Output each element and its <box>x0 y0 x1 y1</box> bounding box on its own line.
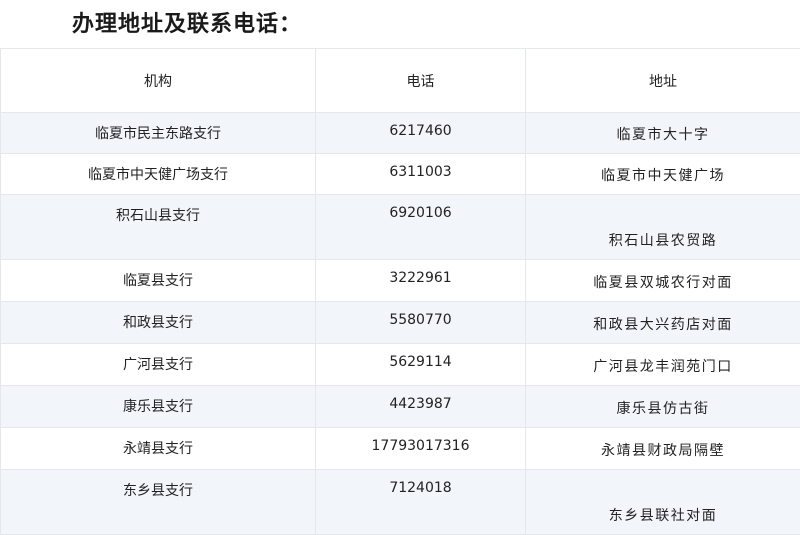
header-institution: 机构 <box>1 49 316 113</box>
phone-cell: 5629114 <box>316 344 526 386</box>
table-row: 临夏市民主东路支行 6217460 临夏市大十字 <box>1 113 800 154</box>
address-cell: 永靖县财政局隔壁 <box>526 428 800 470</box>
address-cell: 广河县龙丰润苑门口 <box>526 344 800 386</box>
table-row: 康乐县支行 4423987 康乐县仿古街 <box>1 386 800 428</box>
address-cell: 临夏市大十字 <box>526 113 800 154</box>
table-header-row: 机构 电话 地址 <box>1 49 800 113</box>
table-row: 广河县支行 5629114 广河县龙丰润苑门口 <box>1 344 800 386</box>
address-cell: 康乐县仿古街 <box>526 386 800 428</box>
phone-cell: 17793017316 <box>316 428 526 470</box>
address-cell: 积石山县农贸路 <box>526 195 800 260</box>
table-row: 积石山县支行 6920106 积石山县农贸路 <box>1 195 800 260</box>
address-cell: 东乡县联社对面 <box>526 470 800 535</box>
institution-cell: 广河县支行 <box>1 344 316 386</box>
table-row: 临夏县支行 3222961 临夏县双城农行对面 <box>1 260 800 302</box>
institution-cell: 积石山县支行 <box>1 195 316 260</box>
address-cell: 临夏市中天健广场 <box>526 154 800 195</box>
phone-cell: 7124018 <box>316 470 526 535</box>
table-row: 和政县支行 5580770 和政县大兴药店对面 <box>1 302 800 344</box>
institution-cell: 和政县支行 <box>1 302 316 344</box>
institution-cell: 康乐县支行 <box>1 386 316 428</box>
address-cell: 临夏县双城农行对面 <box>526 260 800 302</box>
header-address: 地址 <box>526 49 800 113</box>
phone-cell: 6920106 <box>316 195 526 260</box>
phone-cell: 6311003 <box>316 154 526 195</box>
institution-cell: 临夏市民主东路支行 <box>1 113 316 154</box>
phone-cell: 6217460 <box>316 113 526 154</box>
page-title: 办理地址及联系电话： <box>72 6 302 38</box>
header-phone: 电话 <box>316 49 526 113</box>
contact-table: 机构 电话 地址 临夏市民主东路支行 6217460 临夏市大十字 临夏市中天健… <box>0 48 800 535</box>
institution-cell: 东乡县支行 <box>1 470 316 535</box>
table-row: 永靖县支行 17793017316 永靖县财政局隔壁 <box>1 428 800 470</box>
contact-table-container: 机构 电话 地址 临夏市民主东路支行 6217460 临夏市大十字 临夏市中天健… <box>0 48 800 535</box>
phone-cell: 5580770 <box>316 302 526 344</box>
address-cell: 和政县大兴药店对面 <box>526 302 800 344</box>
table-row: 临夏市中天健广场支行 6311003 临夏市中天健广场 <box>1 154 800 195</box>
institution-cell: 临夏市中天健广场支行 <box>1 154 316 195</box>
table-row: 东乡县支行 7124018 东乡县联社对面 <box>1 470 800 535</box>
institution-cell: 永靖县支行 <box>1 428 316 470</box>
phone-cell: 4423987 <box>316 386 526 428</box>
phone-cell: 3222961 <box>316 260 526 302</box>
institution-cell: 临夏县支行 <box>1 260 316 302</box>
